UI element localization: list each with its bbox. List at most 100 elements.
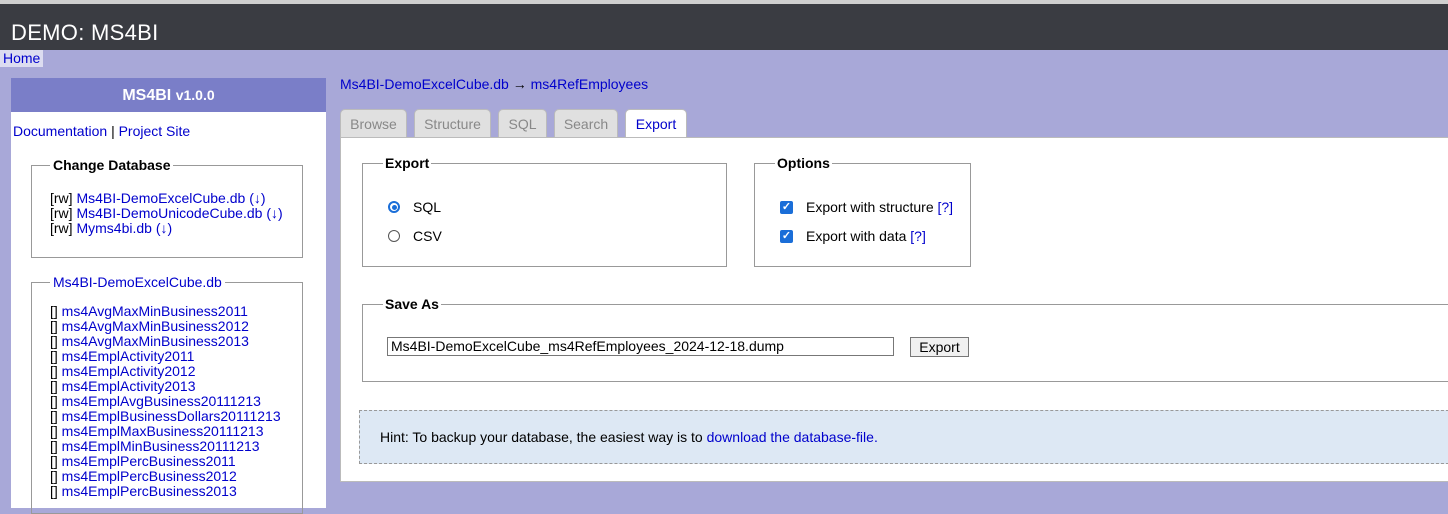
table-list-item: [] ms4EmplBusinessDollars20111213 [50,409,302,424]
breadcrumb-table[interactable]: ms4RefEmployees [531,76,649,92]
download-link[interactable]: (↓) [266,205,282,221]
table-prefix: [] [50,423,58,439]
app-title: DEMO: MS4BI [11,20,159,45]
sql-radio[interactable] [388,201,400,213]
table-prefix: [] [50,378,58,394]
mode-label: [rw] [50,205,73,221]
table-list-item: [] ms4EmplActivity2012 [50,364,302,379]
export-data-label: Export with data [806,228,907,244]
csv-radio[interactable] [388,230,400,242]
database-link[interactable]: Ms4BI-DemoUnicodeCube.db [76,205,262,221]
version-label: v1.0.0 [175,87,215,103]
breadcrumb: Ms4BI-DemoExcelCube.db → ms4RefEmployees [340,76,648,92]
change-database-legend: Change Database [53,157,171,173]
documentation-link[interactable]: Documentation [13,123,107,139]
download-database-link[interactable]: download the database-file. [707,429,878,445]
top-bar: DEMO: MS4BI [0,0,1448,50]
table-prefix: [] [50,438,58,454]
tab-export[interactable]: Export [625,109,687,139]
export-data-option[interactable]: ✓ Export with data [?] [780,228,926,244]
table-list-item: [] ms4EmplActivity2011 [50,349,302,364]
mode-label: [rw] [50,220,73,236]
table-prefix: [] [50,393,58,409]
table-prefix: [] [50,333,58,349]
current-database-link[interactable]: Ms4BI-DemoExcelCube.db [53,274,222,290]
table-link[interactable]: ms4AvgMaxMinBusiness2012 [62,318,249,334]
export-data-checkbox[interactable]: ✓ [780,229,793,243]
table-prefix: [] [50,348,58,364]
csv-option[interactable]: CSV [388,228,442,244]
table-prefix: [] [50,318,58,334]
table-list-item: [] ms4EmplMinBusiness20111213 [50,439,302,454]
export-structure-label: Export with structure [806,199,934,215]
table-list-item: [] ms4AvgMaxMinBusiness2012 [50,319,302,334]
table-link[interactable]: ms4EmplActivity2012 [62,363,196,379]
mode-label: [rw] [50,190,73,206]
export-structure-help-link[interactable]: [?] [938,199,954,215]
tab-structure[interactable]: Structure [414,109,491,137]
table-link[interactable]: ms4AvgMaxMinBusiness2011 [62,303,248,319]
database-link[interactable]: Myms4bi.db [76,220,151,236]
product-name: MS4BI [122,87,172,104]
table-list-legend: Ms4BI-DemoExcelCube.db [50,274,225,290]
table-link[interactable]: ms4AvgMaxMinBusiness2013 [62,333,249,349]
table-prefix: [] [50,408,58,424]
table-list-item: [] ms4EmplPercBusiness2013 [50,484,302,499]
table-list-item: [] ms4EmplActivity2013 [50,379,302,394]
table-link[interactable]: ms4EmplMinBusiness20111213 [62,438,260,454]
table-list-item: [] ms4EmplPercBusiness2012 [50,469,302,484]
table-list-item: [] ms4EmplPercBusiness2011 [50,454,302,469]
database-item: [rw] Myms4bi.db (↓) [50,221,302,236]
table-list-box: Ms4BI-DemoExcelCube.db [] ms4AvgMaxMinBu… [31,274,303,514]
change-database-box: Change Database [rw] Ms4BI-DemoExcelCube… [31,157,303,258]
csv-label: CSV [413,228,442,244]
table-link[interactable]: ms4EmplActivity2011 [62,348,195,364]
export-data-help-link[interactable]: [?] [910,228,926,244]
export-panel: Export SQL CSV Options ✓ Export with str… [340,137,1448,482]
export-legend: Export [385,155,430,171]
sidebar-links: Documentation | Project Site [13,123,190,139]
sidebar: MS4BI v1.0.0 Documentation | Project Sit… [11,78,326,514]
table-prefix: [] [50,303,58,319]
database-item: [rw] Ms4BI-DemoUnicodeCube.db (↓) [50,206,302,221]
tab-sql[interactable]: SQL [498,109,547,137]
database-item: [rw] Ms4BI-DemoExcelCube.db (↓) [50,191,302,206]
table-link[interactable]: ms4EmplAvgBusiness20111213 [62,393,261,409]
tab-search[interactable]: Search [554,109,618,137]
project-site-link[interactable]: Project Site [119,123,191,139]
table-prefix: [] [50,453,58,469]
breadcrumb-database[interactable]: Ms4BI-DemoExcelCube.db [340,76,509,92]
table-prefix: [] [50,363,58,379]
table-prefix: [] [50,483,58,499]
table-prefix: [] [50,468,58,484]
table-list: [] ms4AvgMaxMinBusiness2011[] ms4AvgMaxM… [32,290,302,499]
table-link[interactable]: ms4EmplPercBusiness2013 [62,483,237,499]
home-link[interactable]: Home [0,50,44,67]
download-link[interactable]: (↓) [249,190,265,206]
table-list-item: [] ms4AvgMaxMinBusiness2011 [50,304,302,319]
options-legend: Options [777,155,830,171]
link-separator: | [111,123,115,139]
breadcrumb-arrow: → [512,76,527,92]
hint-text: Hint: To backup your database, the easie… [380,429,707,445]
database-link[interactable]: Ms4BI-DemoExcelCube.db [76,190,245,206]
export-structure-option[interactable]: ✓ Export with structure [?] [780,199,953,215]
download-link[interactable]: (↓) [156,220,172,236]
table-link[interactable]: ms4EmplBusinessDollars20111213 [62,408,281,424]
sql-option[interactable]: SQL [388,199,441,215]
sql-label: SQL [413,199,442,215]
export-structure-checkbox[interactable]: ✓ [780,200,793,214]
filename-input[interactable]: Ms4BI-DemoExcelCube_ms4RefEmployees_2024… [387,337,894,356]
table-link[interactable]: ms4EmplPercBusiness2012 [62,468,237,484]
table-link[interactable]: ms4EmplActivity2013 [62,378,196,394]
database-list: [rw] Ms4BI-DemoExcelCube.db (↓) [rw] Ms4… [32,173,302,236]
export-button[interactable]: Export [910,337,969,357]
table-list-item: [] ms4AvgMaxMinBusiness2013 [50,334,302,349]
save-as-legend: Save As [385,296,439,312]
table-list-item: [] ms4EmplAvgBusiness20111213 [50,394,302,409]
sidebar-header: MS4BI v1.0.0 [11,78,326,112]
hint-box: Hint: To backup your database, the easie… [359,410,1448,464]
table-link[interactable]: ms4EmplMaxBusiness20111213 [62,423,264,439]
table-link[interactable]: ms4EmplPercBusiness2011 [62,453,236,469]
tab-browse[interactable]: Browse [340,109,407,137]
